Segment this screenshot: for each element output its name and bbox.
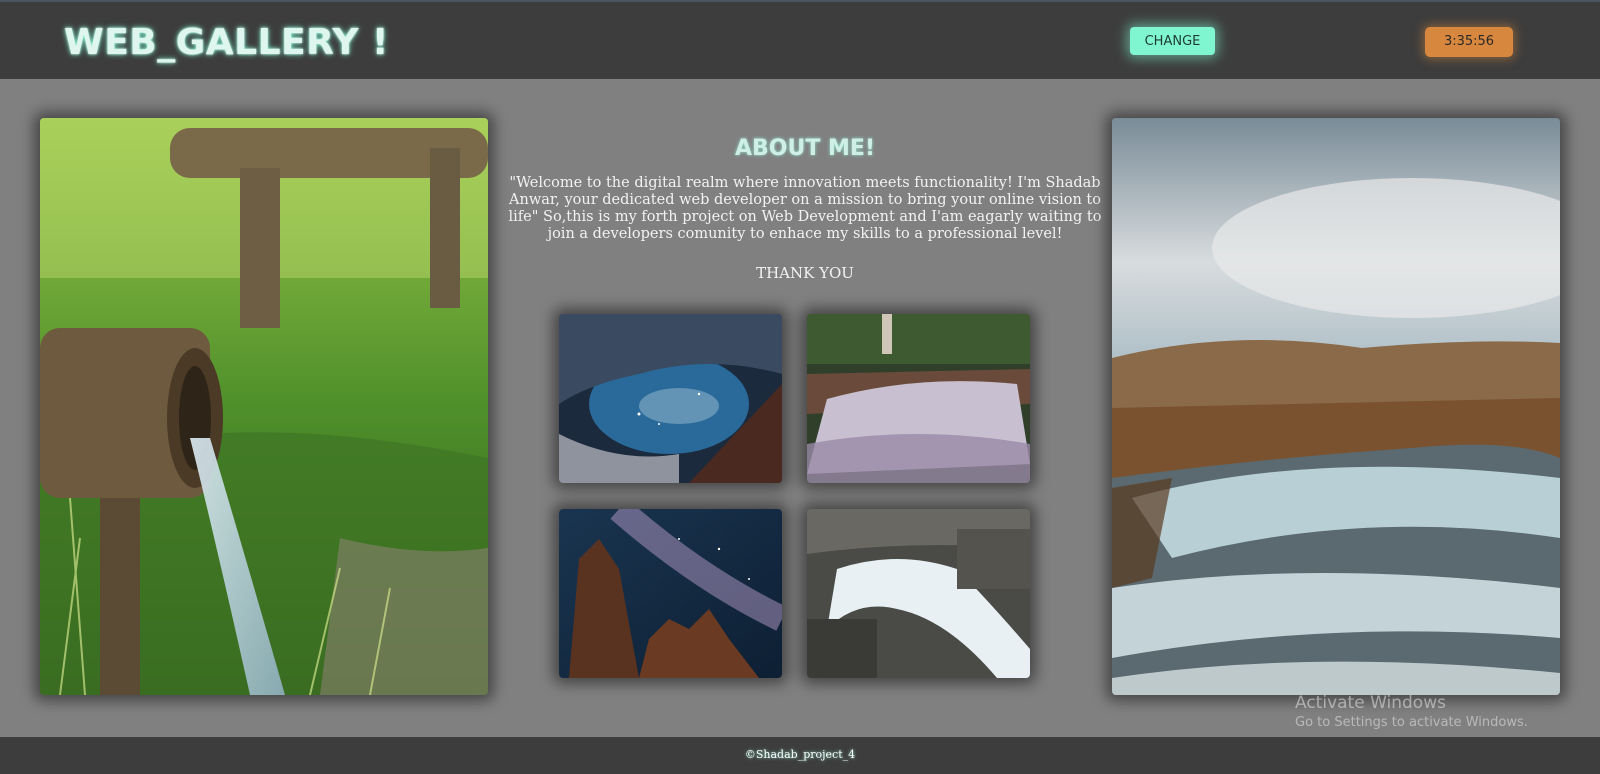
- change-button[interactable]: CHANGE: [1130, 27, 1215, 55]
- left-gallery-image[interactable]: [40, 118, 488, 695]
- thumbnail-2[interactable]: [807, 314, 1030, 483]
- waterfall-photo: [807, 314, 1030, 483]
- milky-way-rocks-photo: [559, 509, 782, 678]
- right-gallery-image[interactable]: [1112, 118, 1560, 695]
- thumbnail-4[interactable]: [807, 509, 1030, 678]
- starry-cave-photo: [559, 314, 782, 483]
- clock-display: 3:35:56: [1425, 27, 1513, 57]
- header-bar: WEB_GALLERY ! CHANGE 3:35:56: [0, 0, 1600, 79]
- site-logo: WEB_GALLERY !: [64, 22, 389, 63]
- footer-bar: ©Shadab_project_4: [0, 737, 1600, 774]
- footer-copyright: ©Shadab_project_4: [744, 748, 856, 761]
- activate-windows-watermark: Activate Windows Go to Settings to activ…: [1295, 693, 1528, 730]
- about-paragraph: "Welcome to the digital realm where inno…: [508, 175, 1102, 242]
- mountain-river-photo: [1112, 118, 1560, 695]
- rocky-stream-photo: [807, 509, 1030, 678]
- watermark-title: Activate Windows: [1295, 693, 1446, 713]
- water-pipe-photo: [40, 118, 488, 695]
- thumbnail-3[interactable]: [559, 509, 782, 678]
- thumbnail-1[interactable]: [559, 314, 782, 483]
- thank-you-text: THANK YOU: [756, 264, 854, 282]
- about-title: ABOUT ME!: [735, 136, 875, 161]
- watermark-subtitle: Go to Settings to activate Windows.: [1295, 715, 1528, 730]
